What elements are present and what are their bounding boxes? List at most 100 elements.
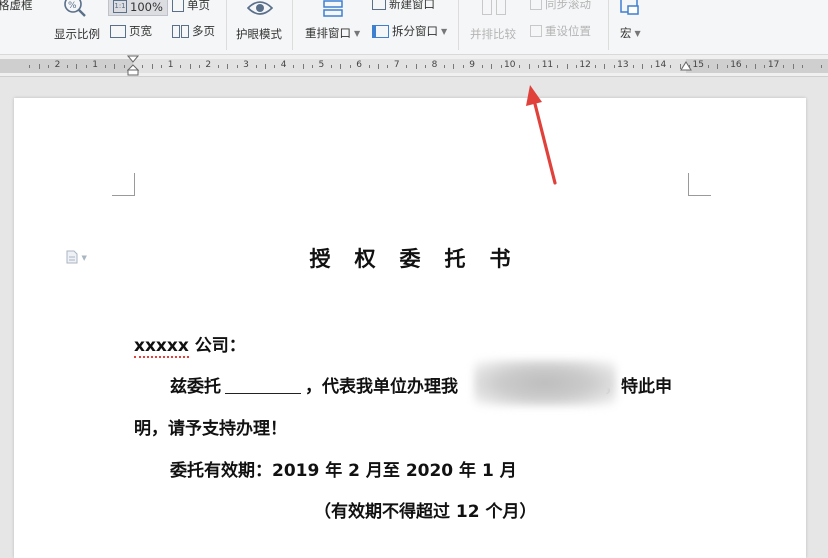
eye-protection-button[interactable]: 护眼模式 [236,26,282,42]
ruler-tick [29,65,31,68]
ruler-tick [415,64,417,69]
ruler-number: 1 [92,60,99,70]
ruler-tick [821,65,823,68]
zoom-100-button[interactable]: 1:1 100% [108,0,168,16]
ruler-tick [293,65,295,68]
margin-corner-mark [112,173,135,196]
ribbon-divider [292,0,293,50]
rearrange-window-label: 重排窗口 [305,26,351,40]
ruler-number: 15 [692,60,704,70]
fill-in-blank[interactable] [225,379,301,394]
table-frame-button[interactable]: 格虚框 [0,0,33,13]
ruler-tick [302,64,304,69]
sync-scroll-label: 同步滚动 [545,0,591,11]
right-indent-marker-icon[interactable] [680,61,692,73]
macro-label: 宏 [620,26,632,40]
ruler-number: 10 [504,60,516,70]
single-page-button[interactable]: 单页 [172,0,210,13]
ruler-number: 3 [243,60,249,70]
side-by-side-icon[interactable] [482,0,506,15]
ribbon-divider [226,0,227,50]
ruler-tick [528,64,530,69]
zoom-ratio-button[interactable]: 显示比例 [54,26,100,42]
zoom-icon[interactable]: % [62,0,88,18]
chevron-down-icon: ▼ [441,26,448,36]
ruler-tick [745,65,747,68]
ruler-tick [491,64,493,69]
ruler-tick [707,65,709,68]
ruler-number: 12 [579,60,591,70]
ruler-number: 16 [730,60,742,70]
ruler-number: 6 [356,60,362,70]
page-width-icon [110,24,126,38]
ruler-number: 5 [318,60,325,70]
horizontal-ruler[interactable]: 2 1 1 2 3 4 5 6 7 8 9 10 11 12 13 14 15 16 17 [0,55,828,77]
new-window-button[interactable]: 新建窗口 [372,0,435,12]
sync-scroll-button[interactable]: 同步滚动 [530,0,591,12]
ruler-tick [236,65,238,68]
ruler-tick [387,65,389,68]
ruler-number: 17 [767,60,780,70]
page-width-label: 页宽 [129,24,152,38]
ruler-tick [792,64,794,69]
ribbon-divider [608,0,609,50]
side-by-side-button[interactable]: 并排比较 [470,26,516,42]
ruler-tick [38,64,40,69]
ruler-tick [217,65,219,68]
ruler-tick [453,64,455,69]
reset-position-label: 重设位置 [545,24,591,38]
ruler-tick [349,65,351,68]
zoom-100-label: 100% [130,0,163,14]
ruler-tick [755,64,757,69]
indent-marker-icon[interactable] [127,55,139,76]
rearrange-window-button[interactable]: 重排窗口 ▼ [305,25,360,41]
multi-page-button[interactable]: 多页 [172,23,215,39]
table-frame-label: 格虚框 [0,0,33,12]
ribbon-toolbar: 格虚框 % 显示比例 1:1 100% 单页 页宽 多页 护眼模式 重排窗口 ▼… [0,0,828,55]
para1-mid: ，代表我单位办理我 [305,377,458,397]
ruler-tick [557,65,559,68]
rearrange-window-icon[interactable] [322,0,344,18]
ruler-tick [378,64,380,69]
ruler-tick [198,65,200,68]
svg-text:%: % [68,1,77,11]
ruler-number: 4 [280,60,287,70]
ruler-tick [594,65,596,68]
ruler-number: 11 [541,60,554,70]
macro-button[interactable]: 宏 ▼ [620,25,641,41]
ruler-text-area [133,59,686,73]
single-page-label: 单页 [187,0,210,12]
eye-icon[interactable] [247,0,273,18]
ruler-tick [651,65,653,68]
validity-line: 委托有效期：2019 年 2 月至 2020 年 1 月 [170,461,517,481]
split-window-label: 拆分窗口 [392,24,438,38]
paragraph-line-2: 明，请予支持办理！ [134,419,287,439]
reset-position-button[interactable]: 重设位置 [530,23,591,39]
ruler-tick [189,64,191,69]
multi-page-icon [172,24,180,38]
ruler-tick [67,65,69,68]
split-window-button[interactable]: 拆分窗口 ▼ [372,23,447,39]
ruler-number: 13 [617,60,629,70]
ruler-tick [312,65,314,68]
ruler-tick [670,65,672,68]
ruler-tick [274,65,276,68]
ruler-number: 2 [205,60,212,70]
ruler-tick [802,65,804,68]
ruler-tick [76,64,78,69]
ruler-number: 7 [393,60,400,70]
margin-corner-mark [688,173,711,196]
document-page[interactable]: ▼ 授权委托书 xxxxx 公司： 兹委托 ，代表我单位办理我 ，特此申 明，请予支… [14,98,806,558]
macro-icon[interactable] [620,0,640,16]
ruler-number: 2 [54,60,61,70]
ruler-tick [340,64,342,69]
chevron-down-icon: ▼ [634,28,641,38]
ruler-tick [444,65,446,68]
spellcheck-word: xxxxx [134,336,189,358]
ruler-tick [783,65,785,68]
page-width-button[interactable]: 页宽 [110,23,152,39]
ruler-tick [142,65,144,68]
ruler-tick [462,65,464,68]
addressee-suffix: 公司： [188,336,246,356]
zoom-ratio-label: 显示比例 [54,27,100,41]
